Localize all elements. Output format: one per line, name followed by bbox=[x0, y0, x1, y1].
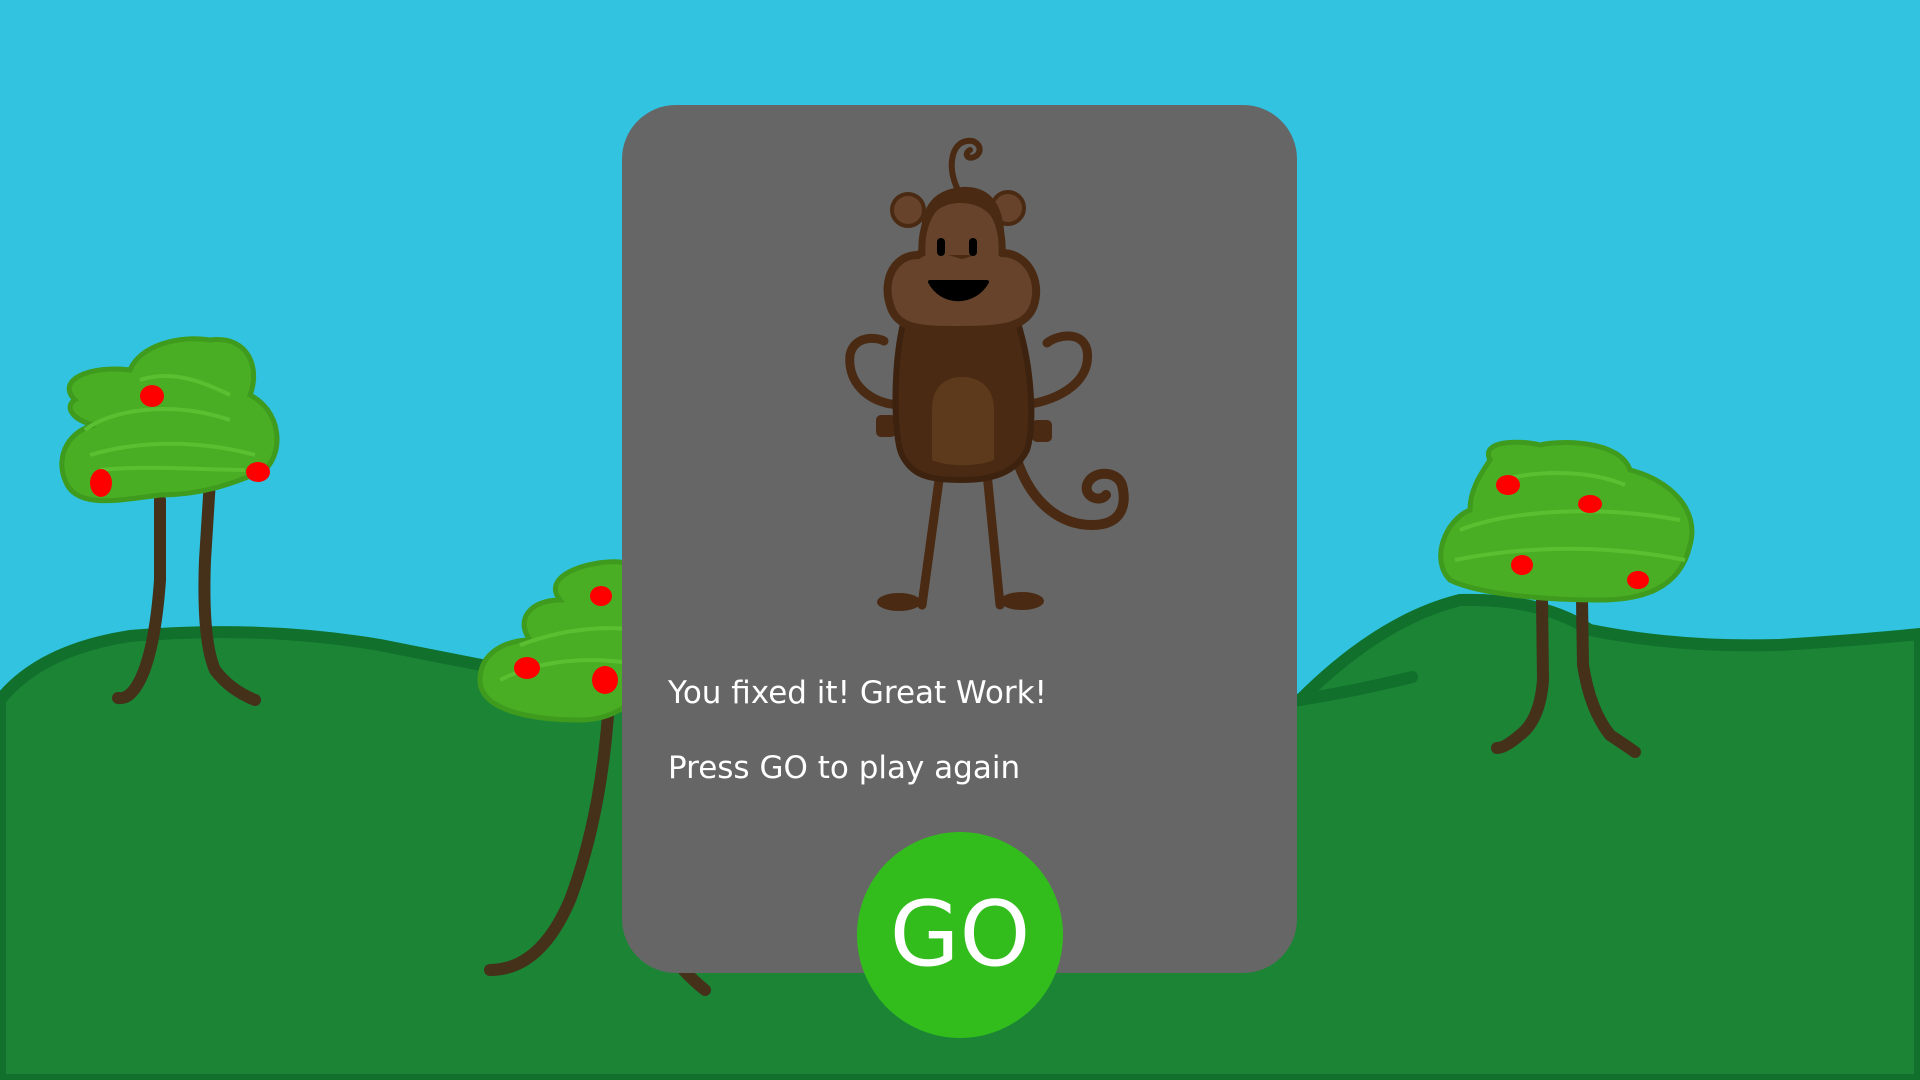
success-message: You fixed it! Great Work! bbox=[668, 675, 1047, 711]
play-again-instruction: Press GO to play again bbox=[668, 750, 1021, 786]
game-stage: You fixed it! Great Work! Press GO to pl… bbox=[0, 0, 1920, 1080]
go-button[interactable]: GO bbox=[857, 832, 1063, 1038]
monkey-icon bbox=[845, 137, 1129, 611]
